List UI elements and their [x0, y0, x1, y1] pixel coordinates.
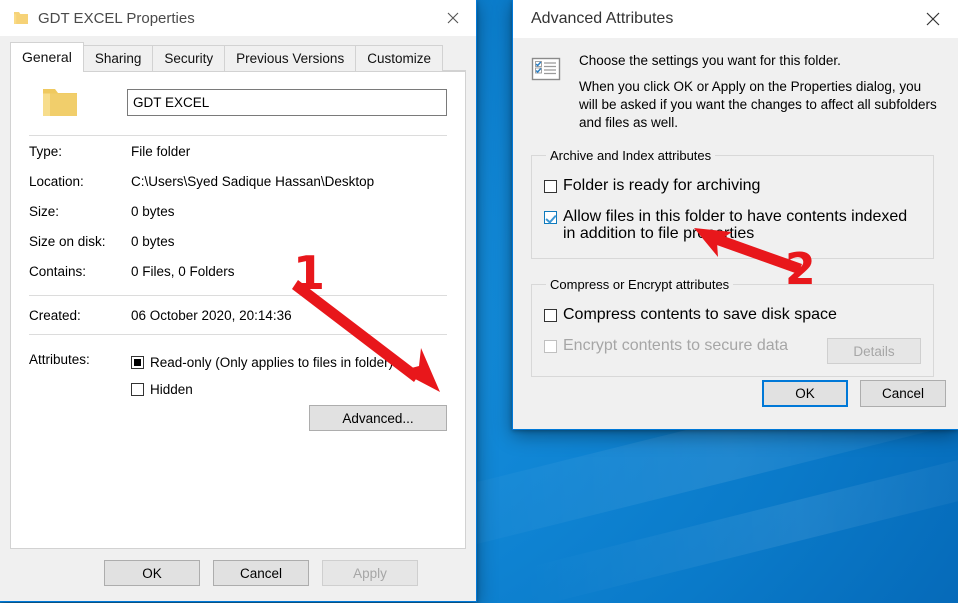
properties-footer: OK Cancel Apply	[0, 548, 476, 601]
properties-tabstrip: General Sharing Security Previous Versio…	[0, 42, 476, 72]
info-label: Size:	[29, 203, 60, 219]
info-value: 06 October 2020, 20:14:36	[131, 307, 292, 323]
attributes-section: Attributes: Read-only (Only applies to f…	[11, 349, 465, 431]
button-label: Cancel	[881, 386, 925, 401]
tab-general[interactable]: General	[10, 42, 84, 72]
advanced-body: Choose the settings you want for this fo…	[513, 38, 958, 377]
folder-created-list: Created: 06 October 2020, 20:14:36	[11, 296, 465, 334]
checkbox-read-only[interactable]: Read-only (Only applies to files in fold…	[131, 349, 447, 376]
general-tab-panel: Type: File folder Location: C:\Users\Sye…	[10, 71, 466, 549]
annotation-number-2: 2	[785, 244, 816, 295]
info-label: Created:	[29, 307, 81, 323]
advanced-intro-line-1: Choose the settings you want for this fo…	[579, 53, 841, 68]
properties-title: GDT EXCEL Properties	[38, 9, 195, 27]
checkbox-label: Hidden	[150, 382, 193, 397]
advanced-titlebar: Advanced Attributes	[513, 0, 958, 38]
tab-label: Security	[164, 51, 214, 66]
info-row-type: Type: File folder	[29, 136, 447, 166]
info-label: Location:	[29, 173, 84, 189]
checkbox-label: Read-only (Only applies to files in fold…	[150, 355, 394, 370]
details-button: Details	[827, 338, 921, 364]
button-label: Details	[853, 343, 895, 359]
attributes-label: Attributes:	[29, 352, 90, 367]
info-value: 0 bytes	[131, 233, 175, 249]
advanced-attributes-window: Advanced Attributes Choose the settings …	[512, 0, 958, 430]
properties-titlebar: GDT EXCEL Properties	[0, 0, 476, 36]
button-label: Apply	[353, 565, 387, 581]
ok-button[interactable]: OK	[762, 380, 848, 407]
close-icon[interactable]	[908, 0, 958, 37]
tab-previous-versions[interactable]: Previous Versions	[224, 45, 357, 71]
divider	[29, 334, 447, 335]
checkbox-folder-ready-archiving[interactable]: Folder is ready for archiving	[544, 177, 921, 202]
info-value: C:\Users\Syed Sadique Hassan\Desktop	[131, 173, 375, 189]
tab-security[interactable]: Security	[152, 45, 226, 71]
advanced-title: Advanced Attributes	[531, 10, 674, 27]
tab-label: Sharing	[94, 51, 142, 66]
info-row-contains: Contains: 0 Files, 0 Folders	[29, 256, 447, 286]
folder-name-row	[11, 72, 465, 119]
apply-button: Apply	[322, 560, 418, 586]
info-label: Type:	[29, 143, 63, 159]
checkbox-allow-index-contents[interactable]: Allow files in this folder to have conte…	[544, 208, 921, 242]
button-label: OK	[142, 565, 162, 581]
checkbox-label: Allow files in this folder to have conte…	[563, 208, 908, 242]
tab-label: Previous Versions	[236, 51, 345, 66]
checkbox-hidden[interactable]: Hidden	[131, 376, 447, 403]
annotation-number-1: 1	[293, 246, 326, 300]
folder-properties-window: GDT EXCEL Properties General Sharing Sec…	[0, 0, 477, 602]
info-row-size: Size: 0 bytes	[29, 196, 447, 226]
cancel-button[interactable]: Cancel	[213, 560, 309, 586]
info-row-location: Location: C:\Users\Syed Sadique Hassan\D…	[29, 166, 447, 196]
group-legend: Compress or Encrypt attributes	[550, 277, 730, 292]
advanced-button[interactable]: Advanced...	[309, 405, 447, 431]
checkbox-indicator	[544, 211, 557, 224]
button-label: Cancel	[239, 565, 283, 581]
info-label: Size on disk:	[29, 233, 106, 249]
checkbox-label: Folder is ready for archiving	[563, 177, 761, 194]
button-label: OK	[795, 386, 815, 401]
info-value: 0 Files, 0 Folders	[131, 263, 235, 279]
folder-icon	[13, 10, 29, 26]
checkbox-encrypt-contents: Encrypt contents to secure data	[544, 337, 788, 363]
close-icon[interactable]	[430, 0, 476, 35]
tab-label: General	[22, 49, 72, 65]
checkbox-indicator	[131, 356, 144, 369]
checkbox-compress-contents[interactable]: Compress contents to save disk space	[544, 306, 921, 331]
wallpaper-streak	[523, 432, 958, 603]
info-row-created: Created: 06 October 2020, 20:14:36	[29, 296, 447, 334]
checkbox-indicator	[544, 180, 557, 193]
folder-info-list: Type: File folder Location: C:\Users\Sye…	[11, 136, 465, 286]
checkbox-indicator	[544, 340, 557, 353]
tab-customize[interactable]: Customize	[355, 45, 443, 71]
info-row-size-on-disk: Size on disk: 0 bytes	[29, 226, 447, 256]
button-label: Advanced...	[342, 410, 414, 426]
archive-index-group: Archive and Index attributes Folder is r…	[531, 148, 934, 259]
checkbox-label: Encrypt contents to secure data	[563, 337, 789, 354]
ok-button[interactable]: OK	[104, 560, 200, 586]
cancel-button[interactable]: Cancel	[860, 380, 946, 407]
checkbox-indicator	[544, 309, 557, 322]
info-label: Contains:	[29, 263, 87, 279]
checklist-icon	[531, 54, 561, 84]
advanced-footer: OK Cancel	[750, 380, 946, 407]
folder-name-input[interactable]	[127, 89, 447, 116]
checkbox-indicator	[131, 383, 144, 396]
folder-icon	[41, 86, 79, 119]
tab-label: Customize	[367, 51, 431, 66]
info-value: File folder	[131, 143, 191, 159]
compress-encrypt-group: Compress or Encrypt attributes Compress …	[531, 277, 934, 377]
group-legend: Archive and Index attributes	[550, 148, 712, 163]
info-value: 0 bytes	[131, 203, 175, 219]
tab-sharing[interactable]: Sharing	[82, 45, 154, 71]
advanced-intro-line-2: When you click OK or Apply on the Proper…	[579, 79, 937, 130]
checkbox-label: Compress contents to save disk space	[563, 306, 837, 323]
